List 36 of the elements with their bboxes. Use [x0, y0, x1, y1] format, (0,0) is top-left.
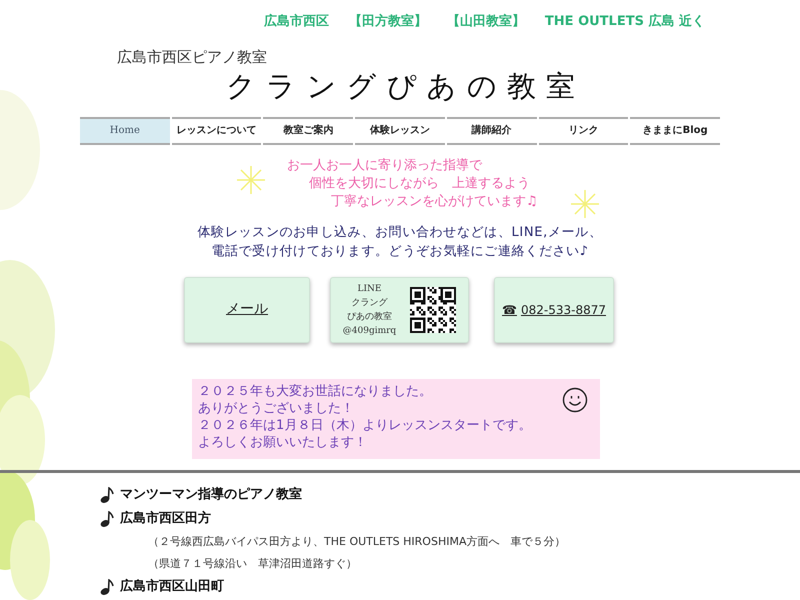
tagline-line: お一人お一人に寄り添った指導で — [287, 156, 482, 174]
feature-note: （２号線西広島バイパス田方より、THE OUTLETS HIROSHIMA方面へ 車で５分） — [148, 534, 566, 550]
nav-tab[interactable]: Home — [80, 116, 170, 144]
line-card-text: クラング — [351, 296, 388, 310]
feature-title: マンツーマン指導のピアノ教室 — [120, 486, 302, 504]
nav-tab[interactable]: 体験レッスン — [355, 116, 445, 144]
line-card-text: @409gimrq — [342, 324, 396, 338]
feature-title: 広島市西区山田町 — [120, 578, 224, 596]
qr-code-icon — [410, 286, 456, 332]
site-title: クラングぴあの教室 — [226, 68, 586, 104]
feature-title: 広島市西区田方 — [120, 510, 211, 528]
nav-tab[interactable]: 教室ご案内 — [263, 116, 354, 144]
music-note-icon — [100, 578, 114, 594]
contact-text: 電話で受け付けております。どうぞお気軽にご連絡ください♪ — [211, 242, 589, 260]
notice-text: よろしくお願いいたします！ — [198, 434, 368, 450]
notice-text: ２０２６年は1月８日（木）よりレッスンスタートです。 — [198, 416, 532, 434]
nav-tab[interactable]: 講師紹介 — [446, 116, 537, 144]
tagline-line: 丁寧なレッスンを心がけています♫ — [331, 192, 538, 210]
sparkle-icon — [236, 164, 266, 194]
smiley-icon — [562, 386, 588, 412]
mail-link[interactable]: メール — [184, 276, 310, 342]
notice-text: ありがとうございました！ — [198, 400, 355, 416]
music-note-icon — [100, 486, 114, 502]
nav-tab[interactable]: きままにBlog — [630, 116, 720, 144]
phone-link[interactable]: ☎ 082-533-8877 — [494, 276, 614, 342]
sparkle-icon — [570, 188, 600, 218]
contact-text: 体験レッスンのお申し込み、お問い合わせなどは、LINE,メール、 — [198, 224, 602, 242]
nav-tab[interactable]: リンク — [538, 116, 628, 144]
site-subtitle: 広島市西区ピアノ教室 — [117, 48, 267, 66]
line-card-text: ぴあの教室 — [346, 310, 392, 324]
line-card-text: LINE — [358, 282, 382, 296]
music-note-icon — [100, 510, 114, 526]
nav-tab[interactable]: レッスンについて — [172, 116, 262, 144]
notice-text: ２０２５年も大変お世話になりました。 — [198, 382, 433, 400]
feature-note: （県道７１号線沿い 草津沼田道路すぐ） — [148, 556, 358, 572]
tagline-line: 個性を大切にしながら 上達するよう — [309, 174, 530, 192]
